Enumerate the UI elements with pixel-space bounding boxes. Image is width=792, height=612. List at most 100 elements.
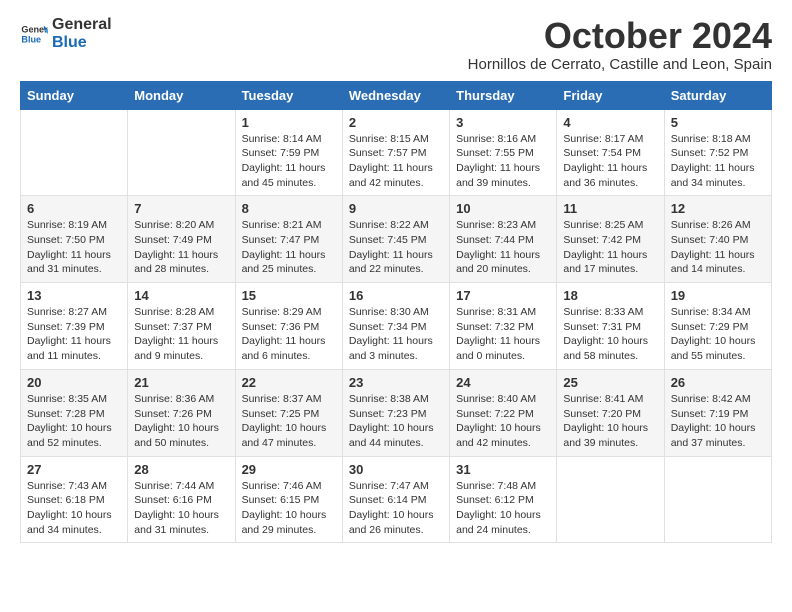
calendar-cell: 12 Sunrise: 8:26 AM Sunset: 7:40 PM Dayli… (664, 196, 771, 283)
page-header: General Blue General Blue October 2024 H… (20, 16, 772, 73)
day-number: 21 (134, 375, 228, 390)
day-number: 23 (349, 375, 443, 390)
logo: General Blue General Blue (20, 16, 112, 52)
day-info: Sunrise: 8:38 AM Sunset: 7:23 PM Dayligh… (349, 392, 443, 451)
svg-text:Blue: Blue (21, 34, 41, 44)
calendar-cell: 20Sunrise: 8:35 AM Sunset: 7:28 PM Dayli… (21, 369, 128, 456)
day-number: 12 (671, 201, 765, 216)
calendar-cell: 19 Sunrise: 8:34 AM Sunset: 7:29 PM Dayli… (664, 283, 771, 370)
weekday-header-thursday: Thursday (450, 81, 557, 109)
logo-blue: Blue (52, 34, 112, 52)
weekday-header-saturday: Saturday (664, 81, 771, 109)
day-info: Sunrise: 8:23 AM Sunset: 7:44 PM Dayligh… (456, 218, 550, 277)
calendar-cell: 17 Sunrise: 8:31 AM Sunset: 7:32 PM Dayli… (450, 283, 557, 370)
calendar-week-row: 13 Sunrise: 8:27 AM Sunset: 7:39 PM Dayli… (21, 283, 772, 370)
day-number: 17 (456, 288, 550, 303)
calendar-week-row: 6 Sunrise: 8:19 AM Sunset: 7:50 PM Daylig… (21, 196, 772, 283)
calendar-cell: 8 Sunrise: 8:21 AM Sunset: 7:47 PM Daylig… (235, 196, 342, 283)
calendar-cell: 13 Sunrise: 8:27 AM Sunset: 7:39 PM Dayli… (21, 283, 128, 370)
day-info: Sunrise: 8:34 AM Sunset: 7:29 PM Dayligh… (671, 305, 765, 364)
calendar-cell: 27 Sunrise: 7:43 AM Sunset: 6:18 PM Dayli… (21, 456, 128, 543)
day-number: 7 (134, 201, 228, 216)
day-number: 27 (27, 462, 121, 477)
logo-general: General (52, 16, 112, 34)
day-info: Sunrise: 8:19 AM Sunset: 7:50 PM Dayligh… (27, 218, 121, 277)
day-info: Sunrise: 8:36 AM Sunset: 7:26 PM Dayligh… (134, 392, 228, 451)
day-number: 28 (134, 462, 228, 477)
day-info: Sunrise: 8:40 AM Sunset: 7:22 PM Dayligh… (456, 392, 550, 451)
day-number: 9 (349, 201, 443, 216)
location-title: Hornillos de Cerrato, Castille and Leon,… (468, 56, 772, 73)
day-info: Sunrise: 8:25 AM Sunset: 7:42 PM Dayligh… (563, 218, 657, 277)
day-info: Sunrise: 7:44 AM Sunset: 6:16 PM Dayligh… (134, 479, 228, 538)
calendar-cell: 7 Sunrise: 8:20 AM Sunset: 7:49 PM Daylig… (128, 196, 235, 283)
calendar-week-row: 1 Sunrise: 8:14 AM Sunset: 7:59 PM Daylig… (21, 109, 772, 196)
day-number: 29 (242, 462, 336, 477)
day-number: 24 (456, 375, 550, 390)
calendar-cell: 26Sunrise: 8:42 AM Sunset: 7:19 PM Dayli… (664, 369, 771, 456)
calendar-cell (128, 109, 235, 196)
weekday-header-tuesday: Tuesday (235, 81, 342, 109)
day-info: Sunrise: 8:22 AM Sunset: 7:45 PM Dayligh… (349, 218, 443, 277)
weekday-header-wednesday: Wednesday (342, 81, 449, 109)
day-number: 22 (242, 375, 336, 390)
day-info: Sunrise: 8:31 AM Sunset: 7:32 PM Dayligh… (456, 305, 550, 364)
day-number: 18 (563, 288, 657, 303)
calendar-cell: 16 Sunrise: 8:30 AM Sunset: 7:34 PM Dayli… (342, 283, 449, 370)
weekday-header-row: SundayMondayTuesdayWednesdayThursdayFrid… (21, 81, 772, 109)
day-info: Sunrise: 8:27 AM Sunset: 7:39 PM Dayligh… (27, 305, 121, 364)
calendar-cell (664, 456, 771, 543)
day-number: 4 (563, 115, 657, 130)
calendar-cell: 28 Sunrise: 7:44 AM Sunset: 6:16 PM Dayli… (128, 456, 235, 543)
day-info: Sunrise: 8:28 AM Sunset: 7:37 PM Dayligh… (134, 305, 228, 364)
day-number: 14 (134, 288, 228, 303)
day-info: Sunrise: 8:17 AM Sunset: 7:54 PM Dayligh… (563, 132, 657, 191)
day-info: Sunrise: 8:18 AM Sunset: 7:52 PM Dayligh… (671, 132, 765, 191)
weekday-header-sunday: Sunday (21, 81, 128, 109)
day-info: Sunrise: 8:20 AM Sunset: 7:49 PM Dayligh… (134, 218, 228, 277)
day-number: 5 (671, 115, 765, 130)
calendar-cell: 5 Sunrise: 8:18 AM Sunset: 7:52 PM Daylig… (664, 109, 771, 196)
day-info: Sunrise: 8:15 AM Sunset: 7:57 PM Dayligh… (349, 132, 443, 191)
calendar-week-row: 27 Sunrise: 7:43 AM Sunset: 6:18 PM Dayli… (21, 456, 772, 543)
calendar-cell: 4 Sunrise: 8:17 AM Sunset: 7:54 PM Daylig… (557, 109, 664, 196)
calendar-cell: 15Sunrise: 8:29 AM Sunset: 7:36 PM Dayli… (235, 283, 342, 370)
day-info: Sunrise: 8:16 AM Sunset: 7:55 PM Dayligh… (456, 132, 550, 191)
day-number: 6 (27, 201, 121, 216)
calendar-week-row: 20Sunrise: 8:35 AM Sunset: 7:28 PM Dayli… (21, 369, 772, 456)
day-number: 26 (671, 375, 765, 390)
day-number: 10 (456, 201, 550, 216)
day-number: 1 (242, 115, 336, 130)
day-info: Sunrise: 8:21 AM Sunset: 7:47 PM Dayligh… (242, 218, 336, 277)
day-number: 8 (242, 201, 336, 216)
weekday-header-monday: Monday (128, 81, 235, 109)
calendar-cell: 14 Sunrise: 8:28 AM Sunset: 7:37 PM Dayli… (128, 283, 235, 370)
calendar-cell: 3Sunrise: 8:16 AM Sunset: 7:55 PM Daylig… (450, 109, 557, 196)
day-info: Sunrise: 8:14 AM Sunset: 7:59 PM Dayligh… (242, 132, 336, 191)
day-number: 25 (563, 375, 657, 390)
day-info: Sunrise: 8:30 AM Sunset: 7:34 PM Dayligh… (349, 305, 443, 364)
calendar-cell: 31Sunrise: 7:48 AM Sunset: 6:12 PM Dayli… (450, 456, 557, 543)
month-title: October 2024 (468, 16, 772, 56)
day-info: Sunrise: 8:29 AM Sunset: 7:36 PM Dayligh… (242, 305, 336, 364)
day-info: Sunrise: 7:43 AM Sunset: 6:18 PM Dayligh… (27, 479, 121, 538)
day-info: Sunrise: 7:47 AM Sunset: 6:14 PM Dayligh… (349, 479, 443, 538)
day-number: 2 (349, 115, 443, 130)
day-number: 16 (349, 288, 443, 303)
day-number: 31 (456, 462, 550, 477)
day-number: 13 (27, 288, 121, 303)
calendar-table: SundayMondayTuesdayWednesdayThursdayFrid… (20, 81, 772, 544)
calendar-cell: 22 Sunrise: 8:37 AM Sunset: 7:25 PM Dayli… (235, 369, 342, 456)
calendar-cell: 23 Sunrise: 8:38 AM Sunset: 7:23 PM Dayli… (342, 369, 449, 456)
day-info: Sunrise: 8:26 AM Sunset: 7:40 PM Dayligh… (671, 218, 765, 277)
day-number: 19 (671, 288, 765, 303)
calendar-cell: 30 Sunrise: 7:47 AM Sunset: 6:14 PM Dayli… (342, 456, 449, 543)
title-block: October 2024 Hornillos de Cerrato, Casti… (468, 16, 772, 73)
day-info: Sunrise: 8:41 AM Sunset: 7:20 PM Dayligh… (563, 392, 657, 451)
day-info: Sunrise: 7:46 AM Sunset: 6:15 PM Dayligh… (242, 479, 336, 538)
calendar-cell: 24 Sunrise: 8:40 AM Sunset: 7:22 PM Dayli… (450, 369, 557, 456)
day-info: Sunrise: 8:37 AM Sunset: 7:25 PM Dayligh… (242, 392, 336, 451)
calendar-cell: 2 Sunrise: 8:15 AM Sunset: 7:57 PM Daylig… (342, 109, 449, 196)
day-number: 30 (349, 462, 443, 477)
calendar-cell (557, 456, 664, 543)
